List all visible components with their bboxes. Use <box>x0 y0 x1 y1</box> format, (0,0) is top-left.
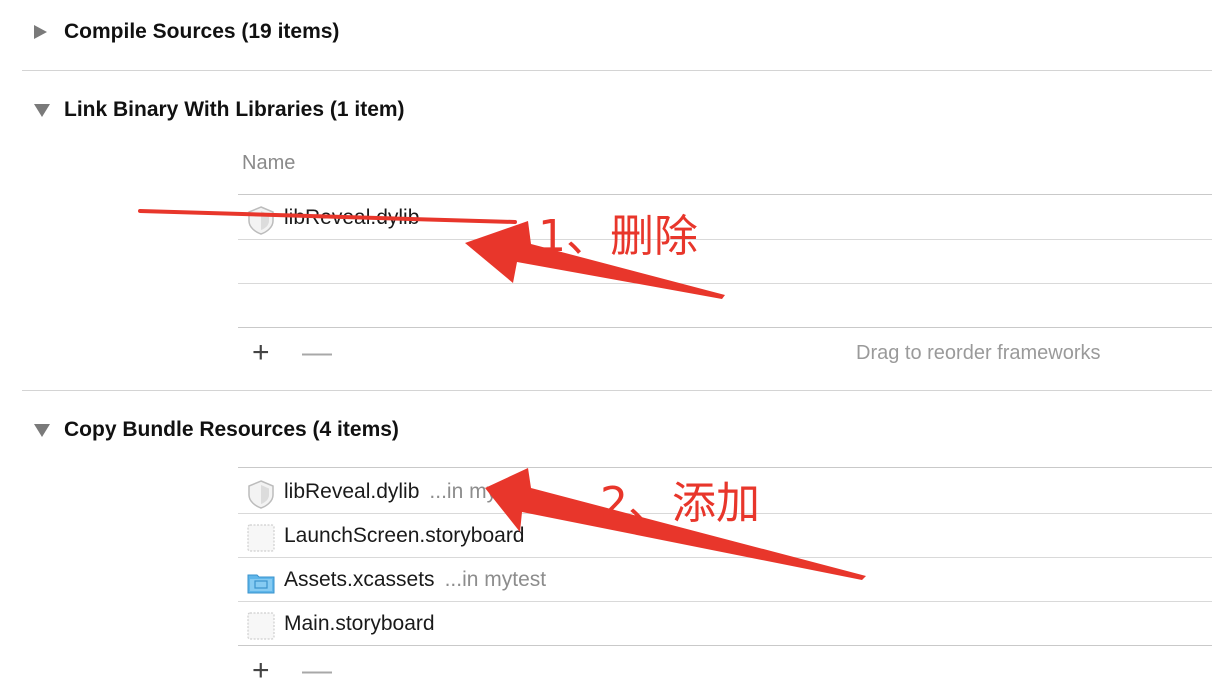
add-framework-button[interactable]: + <box>252 338 270 368</box>
file-icon <box>247 524 275 552</box>
library-icon <box>248 480 274 509</box>
copy-bundle-header[interactable]: Copy Bundle Resources (4 items) <box>0 410 1212 450</box>
compile-sources-title: Compile Sources (19 items) <box>64 20 340 43</box>
file-location: ...in mytest <box>444 568 547 591</box>
folder-icon <box>247 574 275 594</box>
table-footer-divider <box>238 327 1212 328</box>
compile-sources-header[interactable]: Compile Sources (19 items) <box>0 12 1212 52</box>
disclosure-expanded-icon[interactable] <box>34 104 50 117</box>
disclosure-collapsed-icon[interactable] <box>34 25 47 39</box>
file-location: ...in mytest <box>429 480 531 503</box>
table-header-divider <box>238 194 1212 195</box>
name-column-header[interactable]: Name <box>242 152 295 175</box>
table-row[interactable]: Main.storyboard <box>238 602 1212 646</box>
file-name: libReveal.dylib <box>284 206 420 229</box>
table-footer-divider <box>238 645 1212 646</box>
file-name: Main.storyboard <box>284 612 435 635</box>
file-icon <box>247 612 275 640</box>
drag-reorder-hint: Drag to reorder frameworks <box>856 342 1101 364</box>
link-binary-title: Link Binary With Libraries (1 item) <box>64 98 405 121</box>
add-resource-button[interactable]: + <box>252 656 270 686</box>
empty-row <box>238 284 1212 328</box>
disclosure-expanded-icon[interactable] <box>34 424 50 437</box>
section-divider <box>22 390 1212 391</box>
file-name: Assets.xcassets <box>284 568 435 591</box>
remove-resource-button[interactable]: — <box>302 656 332 686</box>
section-divider <box>22 70 1212 71</box>
library-icon <box>248 206 274 235</box>
annotation-step1: 1、删除 <box>538 211 698 262</box>
remove-framework-button[interactable]: — <box>302 338 332 368</box>
empty-row <box>238 240 1212 284</box>
table-row[interactable]: Assets.xcassets ...in mytest <box>238 558 1212 602</box>
copy-bundle-title: Copy Bundle Resources (4 items) <box>64 418 399 441</box>
file-name: LaunchScreen.storyboard <box>284 524 525 547</box>
table-row[interactable]: libReveal.dylib <box>238 196 1212 240</box>
annotation-step2: 2、添加 <box>600 478 760 529</box>
file-name: libReveal.dylib <box>284 480 420 503</box>
link-binary-header[interactable]: Link Binary With Libraries (1 item) <box>0 90 1212 130</box>
